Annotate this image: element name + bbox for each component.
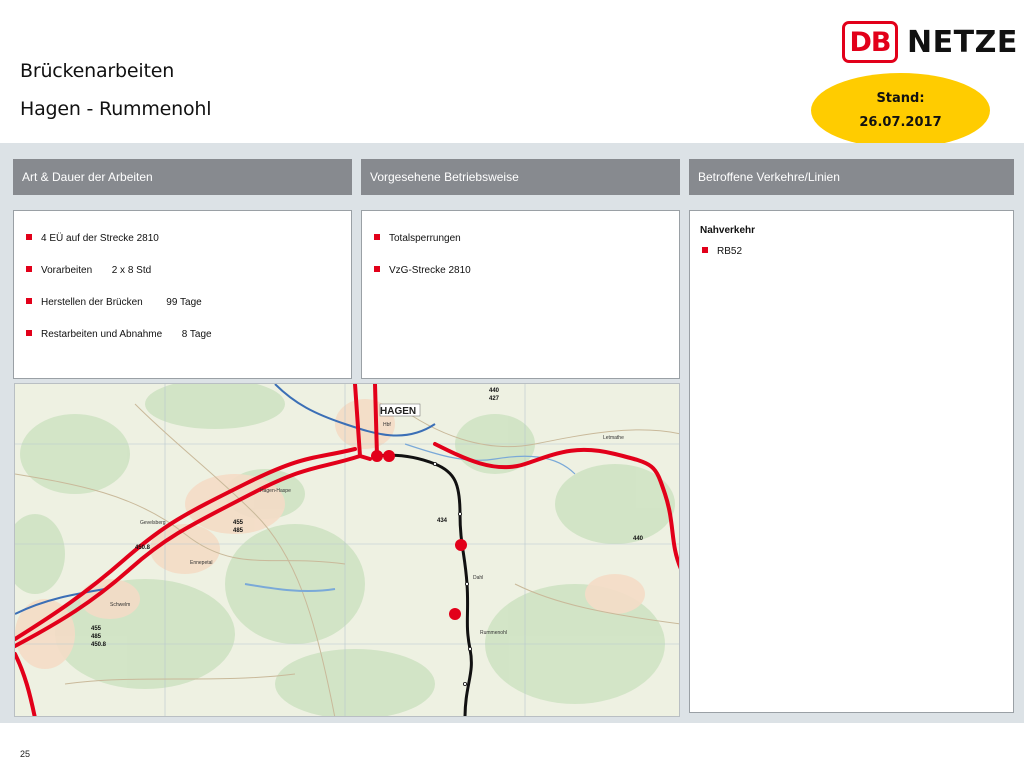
works-item-label: Restarbeiten und Abnahme: [41, 329, 163, 340]
map-label-4508a: 450.8: [135, 545, 151, 551]
map-label-gevelsberg: Gevelsberg: [140, 520, 166, 526]
page-title: Brückenarbeiten: [20, 60, 175, 82]
bridge-marker-1: [371, 450, 383, 462]
bridge-marker-4: [449, 608, 461, 620]
works-item-value: 2 x 8 Std: [111, 265, 152, 276]
map-label-455a: 455: [233, 520, 244, 526]
bullet-square-icon: [702, 247, 708, 253]
stand-badge: Stand: 26.07.2017: [811, 73, 990, 148]
bullet-square-icon: [26, 330, 32, 336]
page-subtitle: Hagen - Rummenohl: [20, 98, 212, 120]
map-label-hagen-hbf: Hbf: [383, 422, 391, 428]
list-item: Vorarbeiten 2 x 8 Std: [14, 265, 351, 297]
map-label-440b: 440: [633, 536, 644, 542]
works-item-label: Herstellen der Brücken: [41, 297, 143, 308]
map-label-485a: 485: [233, 528, 244, 534]
db-netze-logo: DB NETZE: [842, 20, 1018, 64]
bullet-square-icon: [374, 234, 380, 240]
route-map: HAGEN Hbf Rummenohl Dahl Schwelm Ennepet…: [14, 383, 680, 717]
list-item: VzG-Strecke 2810: [362, 265, 679, 297]
header-traffic: Betroffene Verkehre/Linien: [689, 159, 1014, 195]
map-label-haspe: Hagen-Haspe: [260, 488, 291, 494]
map-label-hagen: HAGEN: [380, 406, 416, 417]
list-item: RB52: [690, 246, 1013, 278]
operation-item-text: Totalsperrungen: [389, 233, 461, 244]
stand-date: 26.07.2017: [859, 114, 942, 130]
map-label-434: 434: [437, 518, 448, 524]
list-item: Herstellen der Brücken 99 Tage: [14, 297, 351, 329]
works-box: 4 EÜ auf der Strecke 2810 Vorarbeiten 2 …: [13, 210, 352, 379]
traffic-category: Nahverkehr: [700, 225, 756, 236]
map-label-rummenohl: Rummenohl: [480, 630, 507, 636]
map-label-letmathe: Letmathe: [603, 435, 624, 441]
works-item-value: 8 Tage: [181, 329, 212, 340]
bridge-marker-3: [455, 539, 467, 551]
stand-label: Stand:: [876, 90, 925, 106]
bullet-square-icon: [374, 266, 380, 272]
bullet-square-icon: [26, 266, 32, 272]
map-label-dahl: Dahl: [473, 575, 483, 581]
list-item: Restarbeiten und Abnahme 8 Tage: [14, 329, 351, 361]
works-item-value: 99 Tage: [166, 297, 202, 308]
map-label-455b: 455: [91, 626, 102, 632]
bridge-marker-2: [383, 450, 395, 462]
route-map-svg: HAGEN Hbf Rummenohl Dahl Schwelm Ennepet…: [15, 384, 679, 716]
list-item: Totalsperrungen: [362, 233, 679, 265]
traffic-line: RB52: [717, 246, 743, 257]
netze-logo-text: NETZE: [907, 24, 1018, 60]
works-item-text: 4 EÜ auf der Strecke 2810: [41, 233, 159, 244]
list-item: 4 EÜ auf der Strecke 2810: [14, 233, 351, 265]
traffic-box: Nahverkehr RB52: [689, 210, 1014, 713]
map-label-485b: 485: [91, 634, 102, 640]
header-operation: Vorgesehene Betriebsweise: [361, 159, 680, 195]
map-label-440a: 440: [489, 388, 500, 394]
operation-item-text: VzG-Strecke 2810: [389, 265, 471, 276]
db-logo-mark: DB: [842, 21, 898, 63]
works-item-label: Vorarbeiten: [41, 265, 93, 276]
bullet-square-icon: [26, 234, 32, 240]
map-label-ennepetal: Ennepetal: [190, 560, 213, 566]
map-label-427: 427: [489, 396, 500, 402]
header-works: Art & Dauer der Arbeiten: [13, 159, 352, 195]
bullet-square-icon: [26, 298, 32, 304]
map-label-schwelm: Schwelm: [110, 602, 130, 608]
operation-box: Totalsperrungen VzG-Strecke 2810: [361, 210, 680, 379]
page-number: 25: [20, 749, 31, 759]
map-label-4508b: 450.8: [91, 642, 107, 648]
